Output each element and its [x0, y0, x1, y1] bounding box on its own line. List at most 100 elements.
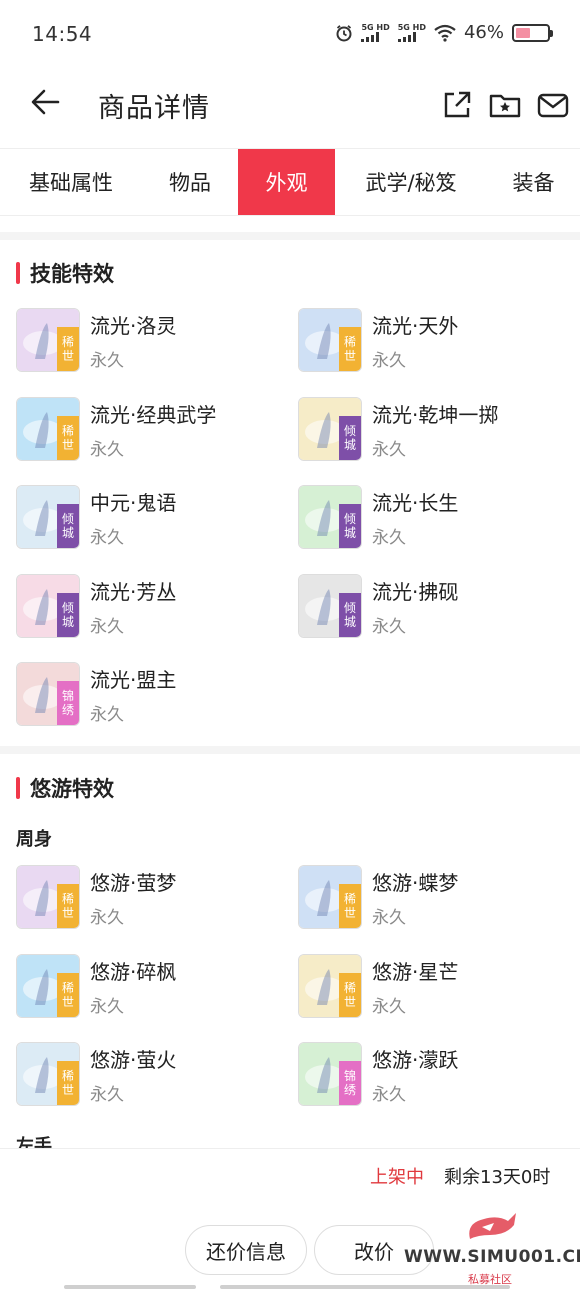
- page-title: 商品详情: [98, 93, 210, 124]
- watermark-caption: 私募社区: [468, 1273, 512, 1286]
- effect-item[interactable]: 稀世流光·经典武学永久: [16, 396, 286, 463]
- effect-name: 流光·盟主: [90, 668, 177, 693]
- effect-name: 流光·经典武学: [90, 402, 217, 427]
- effect-item[interactable]: 稀世悠游·星芒 永久: [298, 953, 568, 1020]
- favorite-folder-icon[interactable]: [488, 88, 522, 122]
- header-actions: [440, 88, 570, 122]
- effect-name: 流光·芳丛: [90, 579, 177, 604]
- rarity-badge: 稀世: [339, 884, 361, 928]
- effect-duration: 永久: [90, 996, 124, 1017]
- effect-duration: 永久: [372, 616, 406, 637]
- rarity-badge: 稀世: [57, 1061, 79, 1106]
- section-title-skill-effects: 技能特效: [16, 258, 114, 288]
- section-title-roam-effects: 悠游特效: [16, 773, 114, 803]
- effect-name: 流光·乾坤一掷: [372, 402, 499, 427]
- rarity-badge: 锦绣: [339, 1061, 361, 1106]
- mail-icon[interactable]: [536, 88, 570, 122]
- watermark-logo-icon: [469, 1213, 516, 1239]
- effect-thumbnail: 锦绣: [16, 662, 80, 727]
- tab-basic-attributes[interactable]: 基础属性: [0, 149, 142, 215]
- effect-duration: 永久: [372, 439, 406, 460]
- section-divider: [0, 746, 580, 754]
- effect-thumbnail: 稀世: [16, 396, 80, 461]
- effect-duration: 永久: [90, 528, 124, 549]
- effect-duration: 永久: [372, 1085, 406, 1106]
- effect-item[interactable]: 稀世悠游·萤梦永久: [16, 865, 286, 931]
- rarity-badge: 倾城: [339, 592, 361, 637]
- effect-duration: 永久: [90, 908, 124, 928]
- tab-equipment[interactable]: 装备: [487, 149, 580, 215]
- effect-thumbnail: 倾城: [298, 396, 362, 461]
- effect-thumbnail: 稀世: [298, 865, 362, 929]
- effect-item[interactable]: 倾城流光·乾坤一掷永久: [298, 396, 568, 463]
- effect-duration: 永久: [90, 351, 124, 371]
- rarity-badge: 倾城: [339, 415, 361, 460]
- time-remaining: 剩余13天0时: [444, 1167, 551, 1188]
- rarity-badge: 锦绣: [57, 681, 79, 726]
- effect-thumbnail: 稀世: [16, 953, 80, 1018]
- bottom-bar: 上架中 剩余13天0时 还价信息 改价 WWW.SIMU001.CN 私募社区: [0, 1148, 580, 1289]
- effect-item[interactable]: 稀世悠游·蝶梦永久: [298, 865, 568, 931]
- effect-thumbnail: 稀世: [298, 953, 362, 1018]
- share-icon[interactable]: [440, 88, 474, 122]
- effect-duration: 永久: [90, 705, 124, 726]
- effect-item[interactable]: 锦绣悠游·濛跃永久: [298, 1042, 568, 1108]
- status-time: 14:54: [32, 22, 93, 46]
- status-right: 5G HD 5G HD 46%: [335, 22, 553, 43]
- alarm-icon: [336, 24, 352, 41]
- rarity-badge: 稀世: [339, 327, 361, 371]
- tab-items[interactable]: 物品: [142, 149, 238, 215]
- effect-item[interactable]: 倾城中元·鬼语永久: [16, 485, 286, 551]
- rarity-badge: 稀世: [57, 327, 79, 371]
- effect-item[interactable]: 倾城流光·长生永久: [298, 485, 568, 551]
- tab-appearance[interactable]: 外观: [238, 149, 335, 215]
- effect-name: 流光·洛灵: [90, 314, 177, 338]
- home-indicator: [64, 1285, 196, 1289]
- effect-item[interactable]: 倾城流光·拂砚 永久: [298, 573, 568, 640]
- effect-duration: 永久: [372, 996, 406, 1017]
- effect-thumbnail: 倾城: [16, 485, 80, 550]
- effect-item[interactable]: 稀世流光·洛灵永久: [16, 308, 286, 374]
- back-arrow-icon[interactable]: [28, 84, 64, 120]
- effect-item[interactable]: 锦绣流光·盟主永久: [16, 662, 286, 728]
- rarity-badge: 稀世: [339, 972, 361, 1017]
- effect-duration: 永久: [90, 439, 124, 460]
- effect-name: 悠游·萤梦: [90, 871, 177, 895]
- effect-item[interactable]: 稀世悠游·萤火永久: [16, 1042, 286, 1108]
- listing-status: 上架中: [370, 1167, 424, 1188]
- effect-duration: 永久: [90, 616, 124, 637]
- app-header: 商品详情: [0, 70, 580, 146]
- effect-thumbnail: 稀世: [16, 1042, 80, 1107]
- effect-thumbnail: 倾城: [298, 485, 362, 550]
- rarity-badge: 稀世: [57, 415, 79, 460]
- effect-thumbnail: 倾城: [16, 573, 80, 638]
- rarity-badge: 倾城: [57, 504, 79, 549]
- watermark: WWW.SIMU001.CN 私募社区: [404, 1209, 580, 1289]
- effect-item[interactable]: 稀世悠游·碎枫 永久: [16, 953, 286, 1020]
- effect-name: 悠游·蝶梦: [372, 871, 459, 895]
- counter-offer-button[interactable]: 还价信息: [185, 1225, 307, 1275]
- battery-percent: 46%: [463, 22, 504, 43]
- signal-2-icon: 5G HD: [397, 23, 426, 42]
- effect-duration: 永久: [90, 1085, 124, 1106]
- effect-duration: 永久: [372, 351, 406, 371]
- effect-name: 悠游·濛跃: [372, 1048, 459, 1073]
- signal-1-icon: 5G HD: [361, 23, 390, 42]
- effect-duration: 永久: [372, 528, 406, 549]
- effect-item[interactable]: 稀世流光·天外 永久: [298, 308, 568, 374]
- effect-item[interactable]: 倾城流光·芳丛永久: [16, 573, 286, 640]
- effect-thumbnail: 稀世: [16, 865, 80, 929]
- tab-martial-arts[interactable]: 武学/秘笈: [335, 149, 487, 215]
- effect-duration: 永久: [372, 908, 406, 928]
- effect-name: 中元·鬼语: [90, 491, 177, 516]
- status-bar: 14:54 5G HD 5G HD 46%: [0, 0, 580, 70]
- battery-icon: [512, 23, 553, 42]
- effect-name: 流光·长生: [372, 491, 459, 516]
- effect-thumbnail: 稀世: [16, 308, 80, 372]
- rarity-badge: 倾城: [339, 504, 361, 549]
- effect-name: 悠游·萤火: [90, 1048, 177, 1073]
- effect-thumbnail: 稀世: [298, 308, 362, 372]
- section-divider: [0, 232, 580, 240]
- rarity-badge: 稀世: [57, 884, 79, 928]
- effect-thumbnail: 倾城: [298, 573, 362, 638]
